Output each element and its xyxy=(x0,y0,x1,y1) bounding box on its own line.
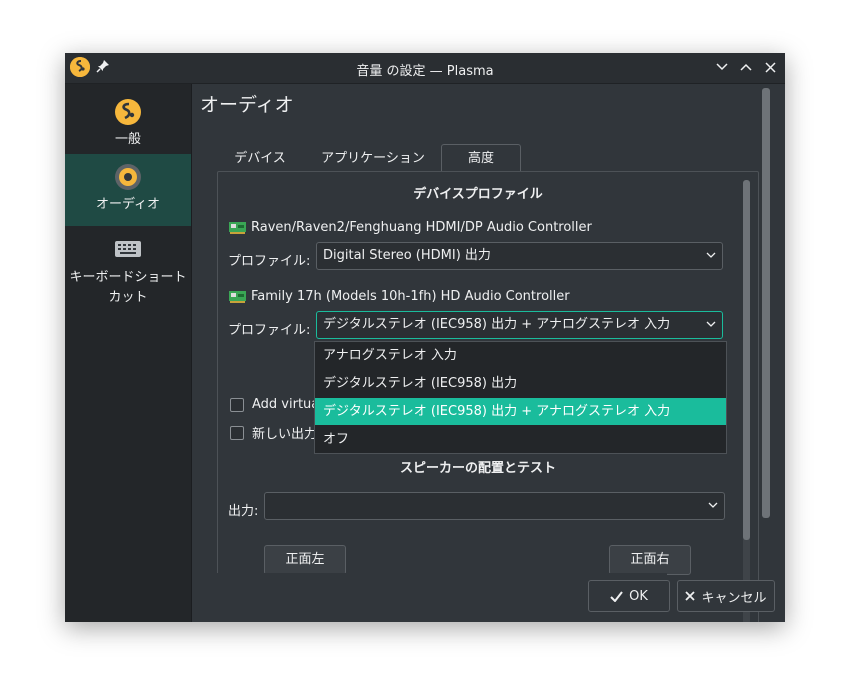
page-scrollbar[interactable] xyxy=(762,88,770,518)
page-title: オーディオ xyxy=(200,94,294,116)
new-output-option[interactable]: 新しい出力 xyxy=(230,423,317,442)
tab-devices[interactable]: デバイス xyxy=(218,147,302,171)
add-virtual-device-option[interactable]: Add virtua xyxy=(230,397,319,412)
front-right-button[interactable]: 正面右 xyxy=(609,545,691,575)
dropdown-option[interactable]: オフ xyxy=(315,426,726,453)
close-icon xyxy=(764,61,776,73)
chevron-down-icon xyxy=(706,321,716,327)
panel-scrollbar-handle[interactable] xyxy=(743,180,750,540)
sidebar: 一般 オーディオ キーボードショート カット xyxy=(65,84,192,622)
checkbox-label: 新しい出力 xyxy=(252,427,318,442)
profile-combo-value: Digital Stereo (HDMI) 出力 xyxy=(323,248,491,263)
device-row: Raven/Raven2/Fenghuang HDMI/DP Audio Con… xyxy=(229,220,592,235)
device-name: Raven/Raven2/Fenghuang HDMI/DP Audio Con… xyxy=(251,220,592,235)
profile-combo-value: デジタルステレオ (IEC958) 出力 + アナログステレオ 入力 xyxy=(323,317,671,332)
settings-window: 音量 の設定 — Plasma 一般 オーディオ キーボードショート カット オ… xyxy=(65,53,785,622)
sidebar-item-label-line1: キーボードショート xyxy=(69,270,187,285)
profile-label: プロファイル: xyxy=(228,323,311,338)
device-profiles-heading: デバイスプロファイル xyxy=(413,187,543,202)
sidebar-item-general[interactable]: 一般 xyxy=(65,84,191,154)
cancel-label: キャンセル xyxy=(701,590,767,606)
sound-card-icon xyxy=(229,221,246,234)
tab-advanced[interactable]: 高度 xyxy=(441,144,521,173)
checkbox-label: Add virtua xyxy=(252,397,320,412)
close-icon xyxy=(685,591,696,601)
device-row: Family 17h (Models 10h-1fh) HD Audio Con… xyxy=(229,289,570,304)
ok-label: OK xyxy=(629,588,648,604)
chevron-up-icon xyxy=(740,63,752,71)
title-bar[interactable]: 音量 の設定 — Plasma xyxy=(65,53,785,84)
window-title: 音量 の設定 — Plasma xyxy=(356,64,494,79)
close-button[interactable] xyxy=(759,56,781,78)
minimize-button[interactable] xyxy=(711,56,733,78)
page-scrollbar-handle[interactable] xyxy=(762,88,770,518)
profile-dropdown-list: アナログステレオ 入力 デジタルステレオ (IEC958) 出力 デジタルステレ… xyxy=(314,341,727,454)
audio-icon xyxy=(115,164,141,190)
cancel-button[interactable]: キャンセル xyxy=(677,580,775,612)
profile-combo-analog[interactable]: デジタルステレオ (IEC958) 出力 + アナログステレオ 入力 xyxy=(316,311,723,339)
front-left-button[interactable]: 正面左 xyxy=(264,545,346,575)
checkbox[interactable] xyxy=(230,397,244,412)
dropdown-option-selected[interactable]: デジタルステレオ (IEC958) 出力 + アナログステレオ 入力 xyxy=(315,398,726,425)
profile-label: プロファイル: xyxy=(228,254,311,269)
checkbox[interactable] xyxy=(230,425,244,440)
dropdown-option[interactable]: アナログステレオ 入力 xyxy=(315,342,726,369)
output-label: 出力: xyxy=(228,504,259,519)
speaker-placement-heading: スピーカーの配置とテスト xyxy=(399,461,556,476)
tab-applications[interactable]: アプリケーション xyxy=(308,147,438,171)
ok-button[interactable]: OK xyxy=(588,580,670,612)
checkmark-icon xyxy=(610,590,623,602)
sidebar-item-keyboard-shortcuts[interactable]: キーボードショート カット xyxy=(65,232,191,322)
panel-scrollbar[interactable] xyxy=(743,180,750,622)
maximize-button[interactable] xyxy=(735,56,757,78)
sidebar-item-label: 一般 xyxy=(114,132,141,147)
keyboard-icon xyxy=(115,241,141,257)
chevron-down-icon xyxy=(708,502,718,508)
dropdown-option[interactable]: デジタルステレオ (IEC958) 出力 xyxy=(315,370,726,397)
sidebar-item-audio[interactable]: オーディオ xyxy=(65,154,191,226)
chevron-down-icon xyxy=(706,252,716,258)
general-settings-icon xyxy=(115,99,141,125)
profile-combo-hdmi[interactable]: Digital Stereo (HDMI) 出力 xyxy=(316,242,723,270)
sound-card-icon xyxy=(229,290,246,303)
device-name: Family 17h (Models 10h-1fh) HD Audio Con… xyxy=(251,289,570,304)
sidebar-item-label: オーディオ xyxy=(95,197,161,212)
sidebar-item-label-line2: カット xyxy=(108,290,148,305)
chevron-down-icon xyxy=(716,63,728,71)
output-combo[interactable] xyxy=(264,492,725,520)
